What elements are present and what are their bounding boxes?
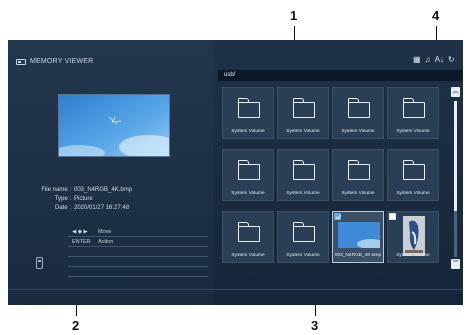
- callout-1: 1: [290, 8, 298, 23]
- callout-2: 2: [72, 318, 80, 333]
- tile-label: System Volume: [396, 129, 430, 134]
- repeat-icon[interactable]: ↻: [448, 55, 455, 64]
- grid-tile-folder[interactable]: System Volume: [222, 87, 274, 139]
- remote-control-icon: [36, 257, 43, 269]
- operation-row: [68, 267, 208, 277]
- tile-label: System Volume: [341, 129, 375, 134]
- image-preview: [58, 94, 170, 157]
- operation-action: Move: [98, 228, 112, 235]
- folder-icon: [402, 98, 425, 118]
- file-browser: System Volume System Volume System Volum…: [218, 84, 463, 272]
- folder-icon: [237, 160, 260, 180]
- operation-key: ENTER: [72, 238, 91, 245]
- image-thumbnail-sky: [338, 222, 380, 248]
- toolbar-icons: ▦ ♫ A↓ ↻: [413, 55, 455, 64]
- tile-label: System Volume: [231, 191, 265, 196]
- operation-row: ENTER Action: [68, 237, 208, 247]
- tile-label: System Volume: [231, 129, 265, 134]
- scroll-down-button[interactable]: ︾: [451, 259, 460, 269]
- grid-tile-folder[interactable]: System Volume: [332, 87, 384, 139]
- sort-az-icon[interactable]: A↓: [435, 55, 444, 64]
- tile-label: System Volume: [286, 129, 320, 134]
- file-name-value: 003_N4RGB_4K.bmp: [74, 187, 133, 193]
- tile-label: System Volume: [286, 253, 320, 258]
- folder-icon: [237, 222, 260, 242]
- bottom-divider: [8, 289, 463, 290]
- tile-label: System Volume: [286, 191, 320, 196]
- app-title: MEMORY VIEWER: [16, 58, 93, 65]
- callout-3: 3: [311, 318, 319, 333]
- grid-tile-folder[interactable]: System Volume: [387, 149, 439, 201]
- folder-icon: [347, 160, 370, 180]
- scroll-up-button[interactable]: ︽: [451, 87, 460, 97]
- grid-tile-folder[interactable]: System Volume: [277, 149, 329, 201]
- scrollbar[interactable]: ︽ ︾: [451, 87, 460, 271]
- operation-row: [68, 247, 208, 257]
- callout-4: 4: [432, 8, 440, 23]
- grid-tile-folder[interactable]: System Volume: [222, 149, 274, 201]
- tile-label: System Volume: [396, 191, 430, 196]
- grid-tile-folder[interactable]: System Volume: [222, 211, 274, 263]
- file-type-label: Type :: [54, 196, 71, 202]
- folder-icon: [292, 98, 315, 118]
- operation-action: Action: [98, 238, 114, 245]
- file-date-value: 2020/01/27 16:27:48: [74, 205, 130, 211]
- preview-panel: MEMORY VIEWER File name : Type : Date: …: [8, 40, 213, 305]
- file-date-label: Date :: [54, 205, 71, 211]
- scroll-thumb[interactable]: [454, 101, 457, 211]
- grid-tile-folder[interactable]: System Volume: [277, 87, 329, 139]
- operation-row: ◀ ◆ ▶ Move: [68, 227, 208, 237]
- tile-label: System Volume: [341, 191, 375, 196]
- grid-tile-folder[interactable]: System Volume: [332, 149, 384, 201]
- image-thumbnail-bird: [403, 216, 425, 256]
- operation-row: [68, 257, 208, 267]
- path-bar: usb/: [218, 70, 463, 81]
- folder-icon: [347, 98, 370, 118]
- grid-tile-image[interactable]: System Volume: [387, 211, 439, 263]
- operation-key: ◀ ◆ ▶: [72, 228, 88, 235]
- memory-viewer-screen: MEMORY VIEWER File name : Type : Date: …: [8, 40, 463, 305]
- selected-checkbox[interactable]: [334, 213, 341, 220]
- folder-icon: [292, 160, 315, 180]
- music-note-icon[interactable]: ♫: [425, 55, 431, 64]
- view-mode-icon[interactable]: ▦: [413, 55, 421, 64]
- grid-tile-folder[interactable]: System Volume: [387, 87, 439, 139]
- unselected-checkbox[interactable]: [389, 213, 396, 220]
- grid-tile-folder[interactable]: System Volume: [277, 211, 329, 263]
- tile-label: 003_N4RGB_4K.bmp: [334, 253, 382, 258]
- tile-label: System Volume: [396, 253, 430, 258]
- file-info-values: 003_N4RGB_4K.bmp Picture 2020/01/27 16:2…: [74, 186, 132, 213]
- folder-icon: [292, 222, 315, 242]
- folder-icon: [237, 98, 260, 118]
- file-type-value: Picture: [74, 196, 93, 202]
- file-info-labels: File name : Type : Date :: [41, 186, 71, 213]
- operation-guide: ◀ ◆ ▶ Move ENTER Action: [68, 227, 208, 277]
- tile-label: System Volume: [231, 253, 265, 258]
- file-name-label: File name :: [41, 187, 71, 193]
- app-title-text: MEMORY VIEWER: [30, 58, 94, 65]
- grid-tile-image-selected[interactable]: 003_N4RGB_4K.bmp: [332, 211, 384, 263]
- memory-card-icon: [16, 58, 26, 65]
- folder-icon: [402, 160, 425, 180]
